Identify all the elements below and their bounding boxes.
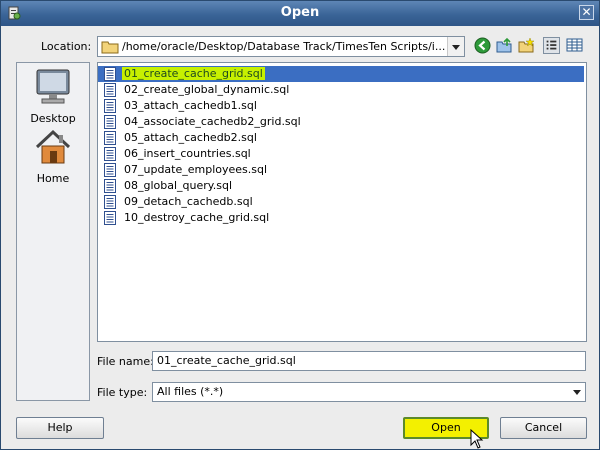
file-name-input[interactable]: 01_create_cache_grid.sql xyxy=(152,351,586,371)
file-type-value: All files (*.*) xyxy=(157,385,224,398)
document-icon xyxy=(104,83,116,97)
place-label: Home xyxy=(36,172,70,185)
location-label: Location: xyxy=(41,40,92,53)
file-row[interactable]: 01_create_cache_grid.sql xyxy=(98,66,584,82)
place-home[interactable]: Home xyxy=(17,127,89,185)
document-icon xyxy=(104,179,116,193)
file-name: 04_associate_cachedb2_grid.sql xyxy=(124,115,301,128)
place-desktop[interactable]: Desktop xyxy=(17,67,89,125)
document-icon xyxy=(104,67,116,81)
file-name: 02_create_global_dynamic.sql xyxy=(124,83,290,96)
file-name: 09_detach_cachedb.sql xyxy=(124,195,253,208)
file-name: 01_create_cache_grid.sql xyxy=(122,67,265,80)
places-sidebar: Desktop Home xyxy=(16,62,90,401)
file-type-select[interactable]: All files (*.*) xyxy=(152,382,586,402)
new-folder-icon[interactable] xyxy=(518,37,535,54)
file-name: 10_destroy_cache_grid.sql xyxy=(124,211,270,224)
list-view-icon[interactable] xyxy=(543,37,560,54)
file-name: 07_update_employees.sql xyxy=(124,163,268,176)
details-view-icon[interactable] xyxy=(566,37,583,54)
home-icon xyxy=(35,129,71,164)
folder-icon xyxy=(101,41,119,54)
document-icon xyxy=(104,163,116,177)
document-icon xyxy=(104,131,116,145)
file-name: 06_insert_countries.sql xyxy=(124,147,251,160)
file-name: 08_global_query.sql xyxy=(124,179,232,192)
place-label: Desktop xyxy=(30,112,76,125)
location-dropdown-button[interactable] xyxy=(447,37,464,56)
up-folder-icon[interactable] xyxy=(496,37,513,54)
cancel-button[interactable]: Cancel xyxy=(500,417,587,439)
file-list[interactable]: 01_create_cache_grid.sql 02_create_global… xyxy=(97,62,587,342)
chevron-down-icon xyxy=(452,45,460,50)
help-button[interactable]: Help xyxy=(16,417,104,439)
open-dialog: Open ✕ Location: /home/oracle/Desktop/Da… xyxy=(0,0,600,450)
file-type-label: File type: xyxy=(97,386,148,399)
document-icon xyxy=(104,147,116,161)
document-icon xyxy=(104,115,116,129)
window-title: Open xyxy=(280,5,320,20)
title-bar[interactable]: Open ✕ xyxy=(1,1,599,26)
file-type-dropdown-button[interactable] xyxy=(569,383,585,401)
file-name: 05_attach_cachedb2.sql xyxy=(124,131,257,144)
close-button[interactable]: ✕ xyxy=(579,5,594,20)
document-icon xyxy=(104,195,116,209)
mouse-cursor-icon xyxy=(470,429,484,449)
file-name-label: File name: xyxy=(97,355,154,368)
desktop-icon xyxy=(36,69,70,104)
close-icon: ✕ xyxy=(581,5,592,19)
document-icon xyxy=(104,99,116,113)
chevron-down-icon xyxy=(573,390,581,395)
location-combo[interactable]: /home/oracle/Desktop/Database Track/Time… xyxy=(97,36,465,57)
file-name: 03_attach_cachedb1.sql xyxy=(124,99,257,112)
document-icon xyxy=(104,211,116,225)
location-path: /home/oracle/Desktop/Database Track/Time… xyxy=(122,40,446,53)
back-icon[interactable] xyxy=(474,37,491,54)
